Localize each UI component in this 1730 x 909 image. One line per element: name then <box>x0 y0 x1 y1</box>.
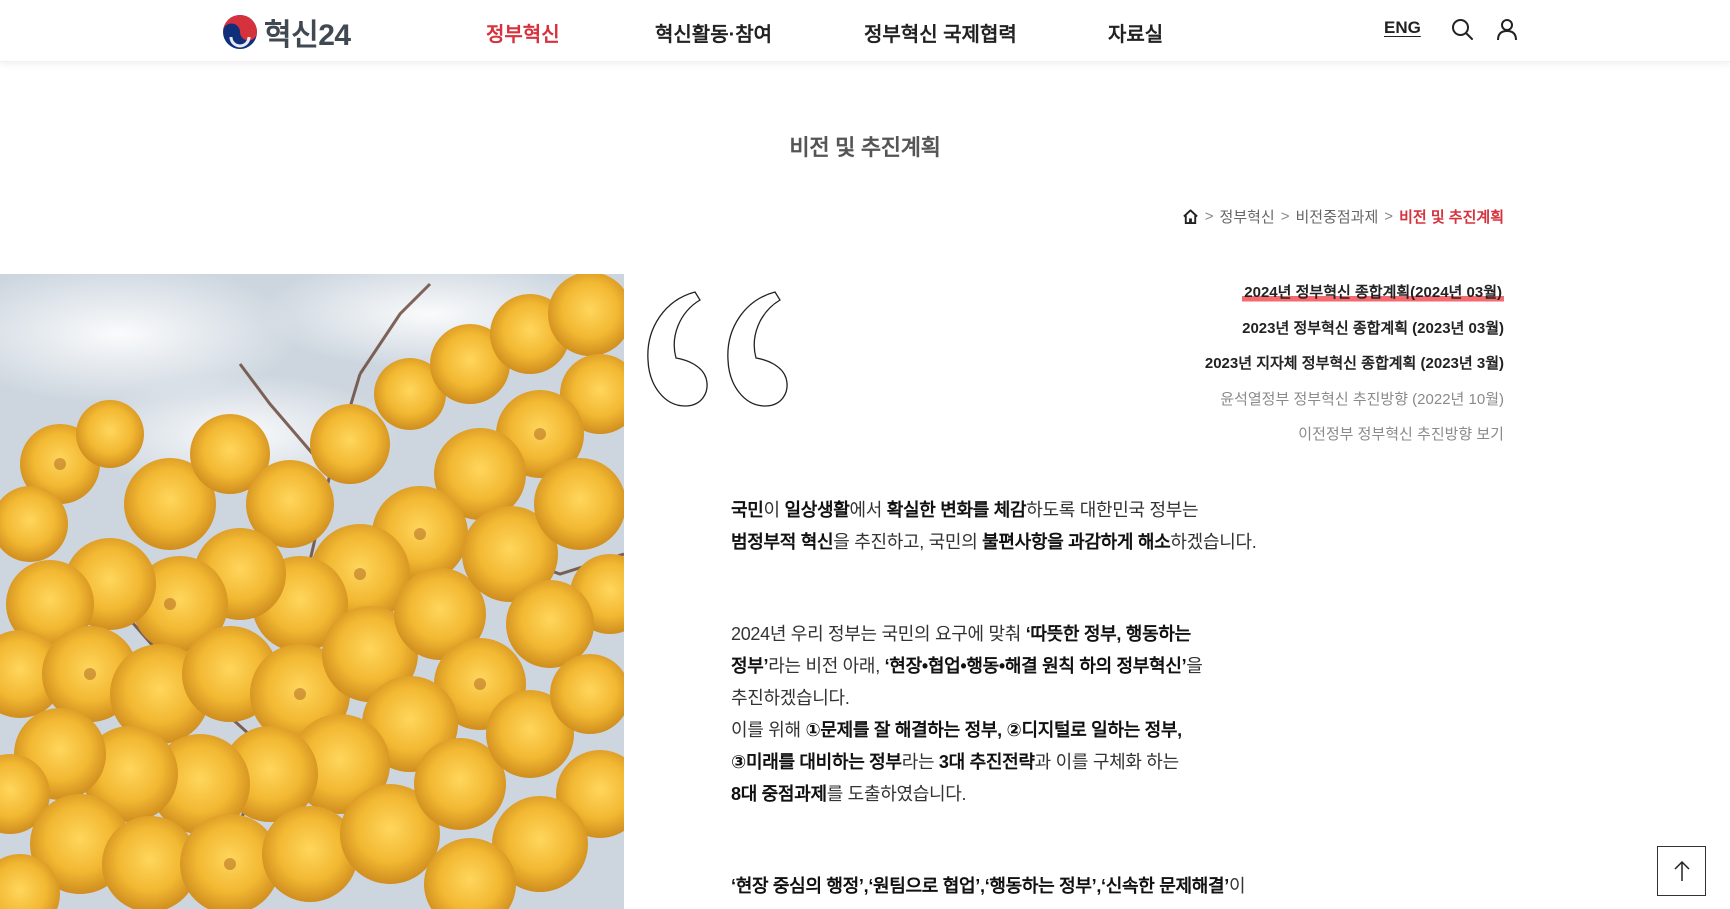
body-text: 이를 위해 <box>731 720 806 740</box>
breadcrumb-item-vision-tasks[interactable]: 비전중점과제 <box>1295 206 1378 227</box>
body-text: 이 <box>1228 876 1246 896</box>
yellow-blossom-image <box>0 274 624 909</box>
plan-links-list: 2024년 정부혁신 종합계획(2024년 03월) 2023년 정부혁신 종합… <box>1205 284 1504 462</box>
body-text: 이 <box>763 500 785 520</box>
language-toggle[interactable]: ENG <box>1384 18 1421 38</box>
nav-item-international[interactable]: 정부혁신 국제협력 <box>864 18 1017 47</box>
taegeuk-logo-icon <box>223 15 257 49</box>
content-paragraph-3: ‘현장 중심의 행정’,‘원팀으로 협업’,‘행동하는 정부’,‘신속한 문제해… <box>731 870 1331 902</box>
site-header: 혁신24 정부혁신 혁신활동·참여 정부혁신 국제협력 자료실 ENG <box>0 0 1730 62</box>
emphasis-text: 정부’ <box>731 656 769 676</box>
site-logo[interactable]: 혁신24 <box>222 10 351 54</box>
emphasis-text: ‘현장•협업•행동•해결 원칙 하의 정부혁신’ <box>884 656 1187 676</box>
body-text: 라는 비전 아래, <box>768 656 885 676</box>
breadcrumb: > 정부혁신 > 비전중점과제 > 비전 및 추진계획 <box>1182 206 1504 227</box>
body-text: 에서 <box>849 500 887 520</box>
emphasis-text: 8대 중점과제 <box>731 784 827 804</box>
breadcrumb-separator: > <box>1280 208 1290 225</box>
body-text: 을 추진하고, 국민의 <box>833 532 983 552</box>
body-text: 2024년 우리 정부는 국민의 요구에 맞춰 <box>731 624 1026 644</box>
emphasis-text: 불편사항을 과감하게 해소 <box>982 532 1171 552</box>
vision-content: 국민이 일상생활에서 확실한 변화를 체감하도록 대한민국 정부는 범정부적 혁신… <box>731 494 1331 902</box>
breadcrumb-item-gov-innovation[interactable]: 정부혁신 <box>1220 206 1275 227</box>
plan-link-2022[interactable]: 윤석열정부 정부혁신 추진방향 (2022년 10월) <box>1205 391 1504 427</box>
quote-mark-icon <box>647 291 788 407</box>
body-text: 를 도출하였습니다. <box>826 784 967 804</box>
breadcrumb-current: 비전 및 추진계획 <box>1399 209 1504 226</box>
body-text: 을 <box>1186 656 1203 676</box>
body-text: 하겠습니다. <box>1170 532 1257 552</box>
emphasis-text: 확실한 변화를 체감 <box>886 500 1027 520</box>
breadcrumb-separator: > <box>1204 208 1214 225</box>
body-text: 하도록 대한민국 정부는 <box>1026 500 1199 520</box>
emphasis-text: 일상생활 <box>784 500 850 520</box>
nav-item-activities[interactable]: 혁신활동·참여 <box>655 18 772 47</box>
emphasis-text: ‘따뜻한 정부, 행동하는 <box>1025 624 1191 644</box>
blossom-illustration <box>0 274 624 909</box>
plan-link-2023-local[interactable]: 2023년 지자체 정부혁신 종합계획 (2023년 3월) <box>1205 355 1504 391</box>
emphasis-text: 3대 추진전략 <box>938 752 1035 772</box>
logo-text: 혁신24 <box>264 19 351 52</box>
content-paragraph-2: 2024년 우리 정부는 국민의 요구에 맞춰 ‘따뜻한 정부, 행동하는정부’… <box>731 618 1331 810</box>
content-paragraph-1: 국민이 일상생활에서 확실한 변화를 체감하도록 대한민국 정부는범정부적 혁신… <box>731 494 1331 558</box>
home-icon[interactable] <box>1182 208 1199 225</box>
plan-link-2024-label: 2024년 정부혁신 종합계획(2024년 03월) <box>1242 284 1504 303</box>
search-icon[interactable] <box>1450 17 1474 41</box>
plan-link-2023[interactable]: 2023년 정부혁신 종합계획 (2023년 03월) <box>1205 320 1504 356</box>
emphasis-text: ①문제를 잘 해결하는 정부, ②디지털로 일하는 정부, <box>805 720 1182 740</box>
header-utilities: ENG <box>1384 18 1517 41</box>
body-text: 추진하겠습니다. <box>731 688 850 708</box>
arrow-up-icon <box>1673 860 1690 881</box>
breadcrumb-separator: > <box>1384 208 1394 225</box>
plan-link-2024[interactable]: 2024년 정부혁신 종합계획(2024년 03월) <box>1205 284 1504 320</box>
emphasis-text: 국민 <box>731 500 764 520</box>
scroll-to-top-button[interactable] <box>1657 846 1706 896</box>
body-text: 과 이를 구체화 하는 <box>1034 752 1179 772</box>
nav-item-gov-innovation[interactable]: 정부혁신 <box>486 18 560 47</box>
emphasis-text: ‘현장 중심의 행정’,‘원팀으로 협업’,‘행동하는 정부’,‘신속한 문제해… <box>731 876 1229 896</box>
nav-item-archive[interactable]: 자료실 <box>1108 18 1163 47</box>
emphasis-text: ③미래를 대비하는 정부 <box>731 752 902 772</box>
page-title: 비전 및 추진계획 <box>789 135 941 160</box>
user-icon[interactable] <box>1495 17 1519 41</box>
plan-link-previous[interactable]: 이전정부 정부혁신 추진방향 보기 <box>1205 426 1504 462</box>
body-text: 라는 <box>901 752 939 772</box>
emphasis-text: 범정부적 혁신 <box>731 532 834 552</box>
